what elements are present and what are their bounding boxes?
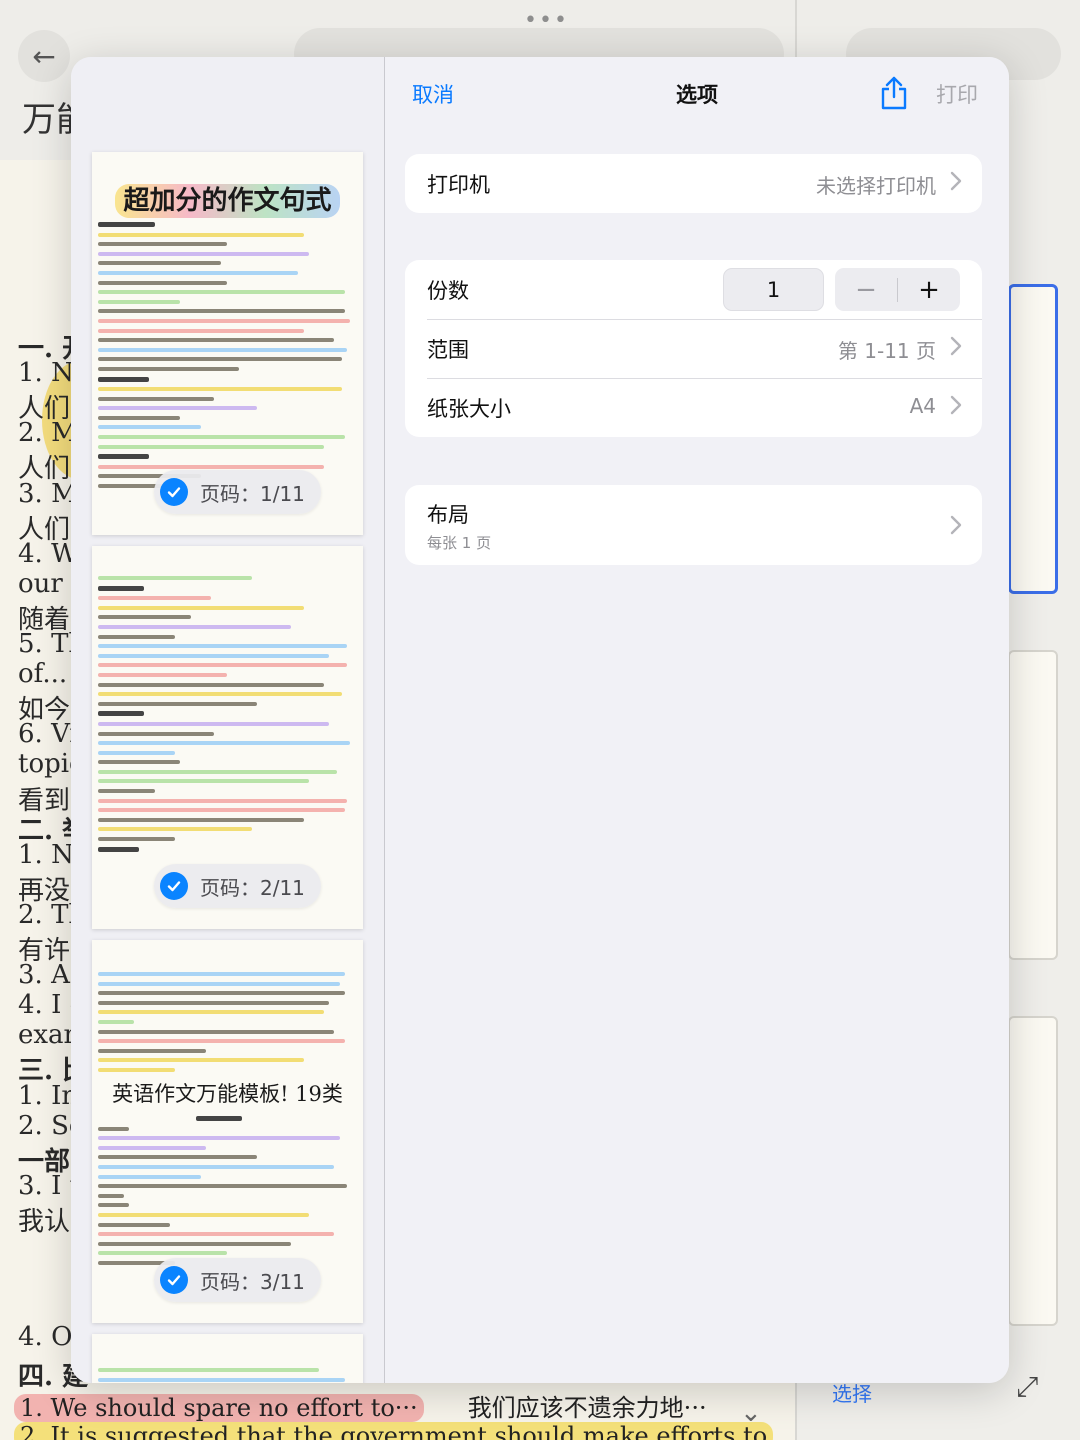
page-number-label: 页码：1/11 bbox=[200, 481, 305, 506]
page-preview-list[interactable]: 超加分的作文句式 页码：1/11 页码：2/11 英语作文万能模板! 19类 页… bbox=[71, 57, 384, 1383]
note-line: 3. M bbox=[18, 478, 78, 509]
note-line: 3. A bbox=[18, 960, 70, 991]
checkmark-icon bbox=[160, 872, 188, 900]
note-line: 2. M bbox=[18, 418, 78, 449]
printer-label: 打印机 bbox=[427, 173, 490, 197]
page-2-selected-badge[interactable]: 页码：2/11 bbox=[154, 864, 321, 908]
page-1-text bbox=[98, 222, 355, 494]
copies-field[interactable]: 1 bbox=[723, 268, 824, 311]
layout-row[interactable]: 布局 每张 1 页 bbox=[405, 485, 982, 565]
chevron-right-icon bbox=[950, 336, 962, 356]
print-button[interactable]: 打印 bbox=[936, 79, 978, 109]
paper-size-value: A4 bbox=[909, 394, 936, 418]
printer-value: 未选择打印机 bbox=[816, 174, 936, 198]
page-1-selected-badge[interactable]: 页码：1/11 bbox=[154, 470, 321, 514]
note-line: 2. It is suggested that the government s… bbox=[14, 1422, 774, 1440]
copies-label: 份数 bbox=[427, 279, 469, 303]
printer-row[interactable]: 打印机 未选择打印机 bbox=[405, 154, 982, 213]
page-number-label: 页码：3/11 bbox=[200, 1269, 305, 1294]
share-icon[interactable] bbox=[879, 75, 909, 111]
note-line: 6. Vi bbox=[18, 719, 78, 750]
copies-row: 份数 1 − + bbox=[405, 260, 982, 319]
expand-icon[interactable]: ⤢ bbox=[1016, 1370, 1038, 1404]
sidebar-page-thumbnail[interactable] bbox=[1008, 650, 1058, 960]
page-2-text bbox=[98, 576, 355, 857]
page-preview-1[interactable]: 超加分的作文句式 页码：1/11 bbox=[92, 152, 363, 535]
decrement-button[interactable]: − bbox=[835, 268, 897, 311]
printer-group: 打印机 未选择打印机 bbox=[405, 154, 982, 213]
back-icon[interactable]: ← bbox=[18, 30, 70, 82]
sheet-title: 选项 bbox=[676, 83, 718, 107]
paper-size-label: 纸张大小 bbox=[427, 397, 511, 421]
page-4-text bbox=[98, 1368, 355, 1383]
page-3-text-bottom bbox=[98, 1116, 355, 1271]
print-options-panel: 取消 选项 打印 打印机 未选择打印机 份数 1 − + 范围 第 1-11 页… bbox=[385, 57, 1009, 1383]
sidebar-page-thumbnail[interactable] bbox=[1008, 1016, 1058, 1326]
sidebar-page-thumbnail[interactable] bbox=[1008, 284, 1058, 594]
page-3-text-top bbox=[98, 972, 355, 1078]
chevron-right-icon bbox=[950, 395, 962, 415]
copies-stepper: − + bbox=[835, 268, 960, 311]
checkmark-icon bbox=[160, 1266, 188, 1294]
range-value: 第 1-11 页 bbox=[837, 339, 936, 363]
layout-label: 布局 bbox=[427, 503, 469, 527]
page-3-heading: 英语作文万能模板! 19类 bbox=[112, 1082, 343, 1106]
note-line: 1. We should spare no effort to··· 我们应该不遗… bbox=[14, 1388, 707, 1423]
layout-subtitle: 每张 1 页 bbox=[427, 534, 492, 552]
page-1-title: 超加分的作文句式 bbox=[92, 180, 363, 218]
chevron-right-icon bbox=[950, 171, 962, 191]
page-preview-2[interactable]: 页码：2/11 bbox=[92, 546, 363, 929]
range-label: 范围 bbox=[427, 338, 469, 362]
note-line: of... bbox=[18, 659, 68, 690]
print-options-sheet: 超加分的作文句式 页码：1/11 页码：2/11 英语作文万能模板! 19类 页… bbox=[71, 57, 1009, 1383]
increment-button[interactable]: + bbox=[898, 268, 960, 311]
print-settings-group: 份数 1 − + 范围 第 1-11 页 纸张大小 A4 bbox=[405, 260, 982, 437]
page-number-label: 页码：2/11 bbox=[200, 875, 305, 900]
chevron-down-icon[interactable]: ⌄ bbox=[740, 1398, 762, 1428]
layout-group: 布局 每张 1 页 bbox=[405, 485, 982, 565]
range-row[interactable]: 范围 第 1-11 页 bbox=[405, 319, 982, 378]
page-preview-3[interactable]: 英语作文万能模板! 19类 页码：3/11 bbox=[92, 940, 363, 1323]
paper-size-row[interactable]: 纸张大小 A4 bbox=[405, 378, 982, 437]
note-line: 我认 bbox=[18, 1206, 71, 1237]
note-line: 4. W bbox=[18, 538, 78, 569]
chevron-right-icon bbox=[950, 515, 962, 535]
page-preview-4[interactable] bbox=[92, 1334, 363, 1383]
page-3-selected-badge[interactable]: 页码：3/11 bbox=[154, 1258, 321, 1302]
checkmark-icon bbox=[160, 478, 188, 506]
